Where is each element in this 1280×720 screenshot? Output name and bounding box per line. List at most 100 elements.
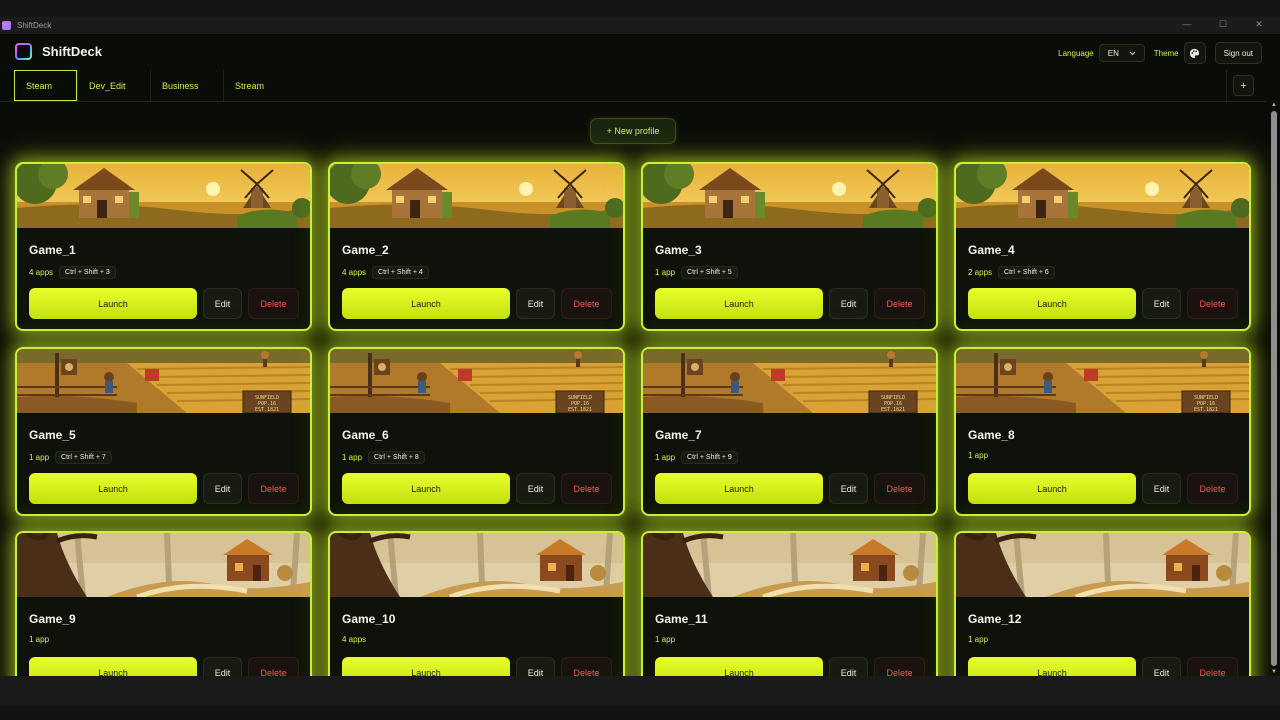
launch-button[interactable]: Launch bbox=[29, 288, 197, 319]
forest-scene-image bbox=[956, 533, 1249, 597]
edit-button[interactable]: Edit bbox=[829, 657, 868, 676]
launch-button[interactable]: Launch bbox=[968, 657, 1136, 676]
shortcut-badge: Ctrl + Shift + 4 bbox=[372, 266, 429, 279]
forest-scene-image bbox=[17, 533, 310, 597]
card-image: SUNFIELD POP.16 EST.1821 bbox=[17, 349, 310, 413]
tab-steam[interactable]: Steam bbox=[14, 70, 77, 101]
scroll-up-icon[interactable]: ▲ bbox=[1270, 101, 1278, 109]
delete-button[interactable]: Delete bbox=[874, 288, 925, 319]
profile-card: Game_3 1 app Ctrl + Shift + 5 Launch Edi… bbox=[641, 162, 938, 331]
apps-count: 1 app bbox=[655, 268, 676, 277]
apps-count: 1 app bbox=[655, 635, 676, 644]
tab-label: Business bbox=[162, 80, 199, 91]
window-title: ShiftDeck bbox=[17, 21, 52, 30]
card-image: SUNFIELD POP.16 EST.1821 bbox=[330, 349, 623, 413]
profile-card: SUNFIELD POP.16 EST.1821 Game_5 1 app Ct… bbox=[15, 347, 312, 516]
profile-card: Game_9 1 app Launch Edit Delete bbox=[15, 531, 312, 676]
scroll-down-icon[interactable]: ▼ bbox=[1270, 668, 1278, 676]
card-title: Game_12 bbox=[968, 612, 1022, 626]
delete-button[interactable]: Delete bbox=[248, 288, 299, 319]
delete-button[interactable]: Delete bbox=[248, 657, 299, 676]
launch-button[interactable]: Launch bbox=[342, 657, 510, 676]
profile-card: Game_2 4 apps Ctrl + Shift + 4 Launch Ed… bbox=[328, 162, 625, 331]
tab-business[interactable]: Business bbox=[151, 70, 223, 101]
edit-button[interactable]: Edit bbox=[203, 657, 242, 676]
theme-button[interactable] bbox=[1183, 42, 1206, 64]
forest-scene-image bbox=[643, 533, 936, 597]
launch-button[interactable]: Launch bbox=[655, 288, 823, 319]
launch-button[interactable]: Launch bbox=[968, 473, 1136, 504]
delete-button[interactable]: Delete bbox=[1187, 473, 1238, 504]
delete-button[interactable]: Delete bbox=[874, 473, 925, 504]
launch-button[interactable]: Launch bbox=[342, 473, 510, 504]
delete-button[interactable]: Delete bbox=[561, 288, 612, 319]
edit-button[interactable]: Edit bbox=[829, 288, 868, 319]
launch-button[interactable]: Launch bbox=[655, 657, 823, 676]
apps-count: 1 app bbox=[968, 451, 989, 460]
close-icon[interactable]: ✕ bbox=[1252, 19, 1266, 30]
edit-button[interactable]: Edit bbox=[516, 288, 555, 319]
shortcut-badge: Ctrl + Shift + 6 bbox=[998, 266, 1055, 279]
apps-count: 1 app bbox=[968, 635, 989, 644]
apps-count: 1 app bbox=[29, 453, 50, 462]
apps-count: 1 app bbox=[342, 453, 363, 462]
profile-tabs: Steam Dev_Edit Business Stream + bbox=[0, 70, 1266, 102]
card-image bbox=[330, 164, 623, 228]
farm-scene-image: SUNFIELD POP.16 EST.1821 bbox=[643, 349, 936, 413]
scrollbar[interactable]: ▲ ▼ bbox=[1270, 101, 1278, 676]
delete-button[interactable]: Delete bbox=[561, 657, 612, 676]
bottom-strip bbox=[0, 706, 1280, 720]
shortcut-badge: Ctrl + Shift + 9 bbox=[681, 451, 738, 464]
edit-button[interactable]: Edit bbox=[516, 657, 555, 676]
edit-button[interactable]: Edit bbox=[829, 473, 868, 504]
new-profile-button[interactable]: + New profile bbox=[590, 118, 676, 144]
card-title: Game_1 bbox=[29, 243, 76, 257]
edit-button[interactable]: Edit bbox=[516, 473, 555, 504]
tab-stream[interactable]: Stream bbox=[224, 70, 284, 101]
apps-count: 4 apps bbox=[342, 635, 367, 644]
add-tab-button[interactable]: + bbox=[1233, 75, 1254, 96]
delete-button[interactable]: Delete bbox=[248, 473, 299, 504]
apps-count: 1 app bbox=[655, 453, 676, 462]
sign-line-3: EST.1821 bbox=[255, 407, 279, 413]
delete-button[interactable]: Delete bbox=[1187, 288, 1238, 319]
launch-button[interactable]: Launch bbox=[968, 288, 1136, 319]
delete-button[interactable]: Delete bbox=[561, 473, 612, 504]
launch-button[interactable]: Launch bbox=[655, 473, 823, 504]
launch-button[interactable]: Launch bbox=[29, 657, 197, 676]
card-title: Game_7 bbox=[655, 428, 702, 442]
app-body: ShiftDeck Language EN Theme Sign out Ste… bbox=[0, 34, 1280, 676]
card-image bbox=[17, 533, 310, 597]
apps-count: 4 apps bbox=[342, 268, 367, 277]
apps-count: 2 apps bbox=[968, 268, 993, 277]
farm-scene-image: SUNFIELD POP.16 EST.1821 bbox=[956, 349, 1249, 413]
sign-out-button[interactable]: Sign out bbox=[1214, 42, 1262, 64]
delete-button[interactable]: Delete bbox=[874, 657, 925, 676]
window-titlebar: ShiftDeck — ☐ ✕ bbox=[0, 17, 1280, 34]
sign-out-label: Sign out bbox=[1223, 48, 1253, 58]
edit-button[interactable]: Edit bbox=[203, 288, 242, 319]
card-title: Game_10 bbox=[342, 612, 396, 626]
profile-card: SUNFIELD POP.16 EST.1821 Game_8 1 app La… bbox=[954, 347, 1251, 516]
card-title: Game_6 bbox=[342, 428, 389, 442]
maximize-icon[interactable]: ☐ bbox=[1216, 19, 1230, 30]
card-image bbox=[643, 164, 936, 228]
launch-button[interactable]: Launch bbox=[342, 288, 510, 319]
language-select[interactable]: EN bbox=[1098, 44, 1145, 62]
minimize-icon[interactable]: — bbox=[1180, 19, 1194, 30]
bottom-bar bbox=[0, 676, 1280, 706]
shortcut-badge: Ctrl + Shift + 5 bbox=[681, 266, 738, 279]
scroll-thumb[interactable] bbox=[1271, 111, 1277, 666]
edit-button[interactable]: Edit bbox=[1142, 473, 1181, 504]
edit-button[interactable]: Edit bbox=[1142, 657, 1181, 676]
brand-name: ShiftDeck bbox=[42, 44, 102, 59]
launch-button[interactable]: Launch bbox=[29, 473, 197, 504]
edit-button[interactable]: Edit bbox=[1142, 288, 1181, 319]
shortcut-badge: Ctrl + Shift + 3 bbox=[59, 266, 116, 279]
card-image bbox=[330, 533, 623, 597]
tab-dev-edit[interactable]: Dev_Edit bbox=[78, 70, 150, 101]
delete-button[interactable]: Delete bbox=[1187, 657, 1238, 676]
edit-button[interactable]: Edit bbox=[203, 473, 242, 504]
logo-icon bbox=[15, 43, 32, 60]
cottage-scene-image bbox=[643, 164, 936, 228]
